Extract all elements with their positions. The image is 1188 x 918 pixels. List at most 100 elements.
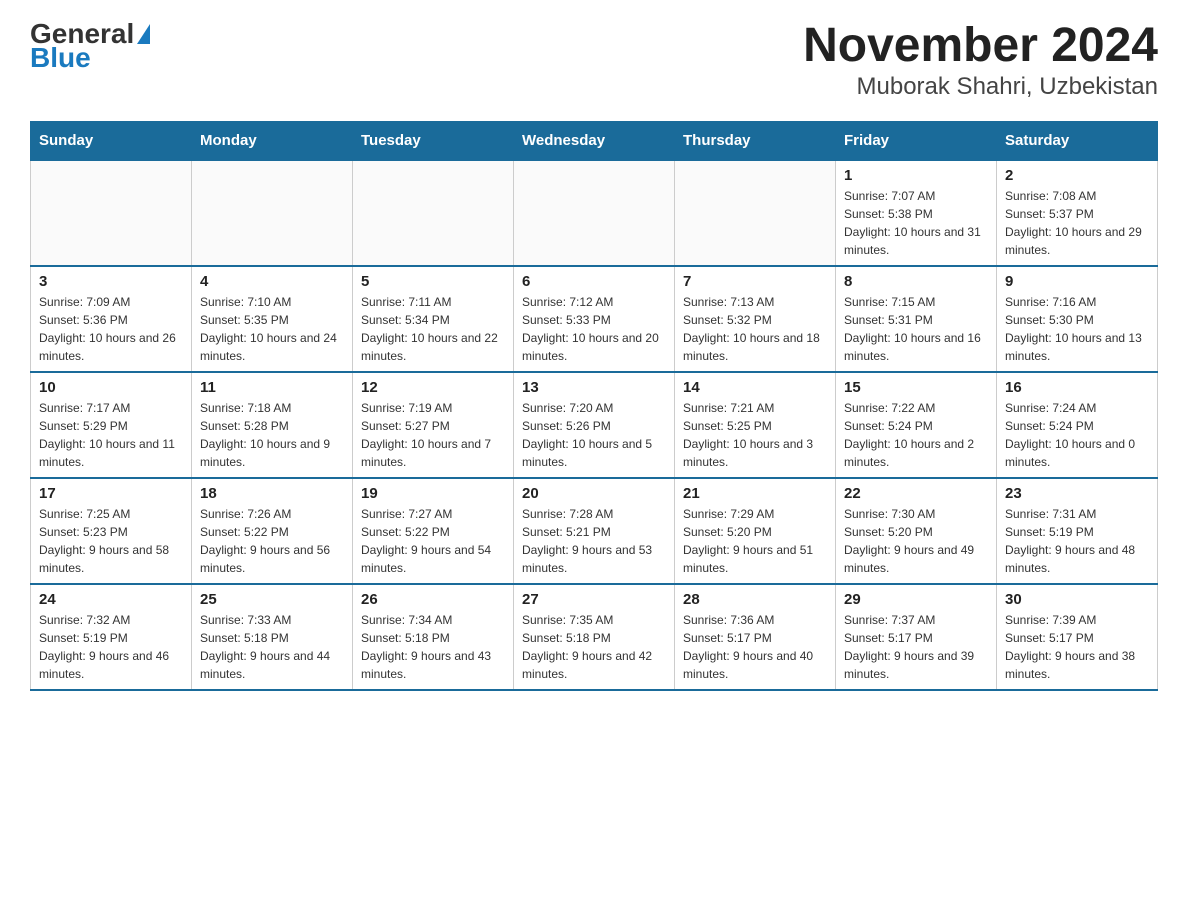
day-info-line: Daylight: 9 hours and 43 minutes.	[361, 647, 505, 683]
day-info-line: Daylight: 10 hours and 29 minutes.	[1005, 223, 1149, 259]
calendar-cell: 10Sunrise: 7:17 AMSunset: 5:29 PMDayligh…	[31, 372, 192, 478]
calendar-cell: 19Sunrise: 7:27 AMSunset: 5:22 PMDayligh…	[353, 478, 514, 584]
day-info-line: Sunrise: 7:26 AM	[200, 505, 344, 523]
day-number: 27	[522, 591, 666, 608]
calendar-cell: 14Sunrise: 7:21 AMSunset: 5:25 PMDayligh…	[675, 372, 836, 478]
day-info: Sunrise: 7:33 AMSunset: 5:18 PMDaylight:…	[200, 611, 344, 683]
day-number: 24	[39, 591, 183, 608]
day-info-line: Daylight: 10 hours and 20 minutes.	[522, 329, 666, 365]
day-info-line: Daylight: 10 hours and 22 minutes.	[361, 329, 505, 365]
day-number: 30	[1005, 591, 1149, 608]
day-info: Sunrise: 7:15 AMSunset: 5:31 PMDaylight:…	[844, 293, 988, 365]
day-number: 16	[1005, 379, 1149, 396]
day-info-line: Daylight: 9 hours and 40 minutes.	[683, 647, 827, 683]
day-info-line: Daylight: 9 hours and 39 minutes.	[844, 647, 988, 683]
calendar-cell	[514, 160, 675, 266]
day-number: 28	[683, 591, 827, 608]
day-number: 18	[200, 485, 344, 502]
day-info-line: Sunset: 5:29 PM	[39, 417, 183, 435]
day-info: Sunrise: 7:16 AMSunset: 5:30 PMDaylight:…	[1005, 293, 1149, 365]
day-info-line: Sunset: 5:36 PM	[39, 311, 183, 329]
calendar-table: SundayMondayTuesdayWednesdayThursdayFrid…	[30, 121, 1158, 691]
day-info-line: Daylight: 10 hours and 3 minutes.	[683, 435, 827, 471]
day-info-line: Sunrise: 7:16 AM	[1005, 293, 1149, 311]
day-info-line: Sunset: 5:22 PM	[200, 523, 344, 541]
calendar-week-5: 24 Sunrise: 7:32 AMSunset: 5:19 PMDayligh…	[31, 584, 1158, 690]
day-info-line: Daylight: 9 hours and 38 minutes.	[1005, 647, 1149, 683]
day-info: Sunrise: 7:12 AMSunset: 5:33 PMDaylight:…	[522, 293, 666, 365]
day-number: 2	[1005, 167, 1149, 184]
day-info-line: Sunrise: 7:29 AM	[683, 505, 827, 523]
calendar-cell	[675, 160, 836, 266]
calendar-cell: 28Sunrise: 7:36 AMSunset: 5:17 PMDayligh…	[675, 584, 836, 690]
day-number: 13	[522, 379, 666, 396]
calendar-cell: 1Sunrise: 7:07 AMSunset: 5:38 PMDaylight…	[836, 160, 997, 266]
day-info: Sunrise: 7:24 AMSunset: 5:24 PMDaylight:…	[1005, 399, 1149, 471]
day-info-line: Sunset: 5:27 PM	[361, 417, 505, 435]
day-number: 4	[200, 273, 344, 290]
day-info-line: Sunrise: 7:09 AM	[39, 293, 183, 311]
day-info: Sunrise: 7:30 AMSunset: 5:20 PMDaylight:…	[844, 505, 988, 577]
day-info-line: Sunrise: 7:34 AM	[361, 611, 505, 629]
day-info-line: Sunset: 5:30 PM	[1005, 311, 1149, 329]
day-info: Sunrise: 7:19 AMSunset: 5:27 PMDaylight:…	[361, 399, 505, 471]
day-info-line: Sunset: 5:26 PM	[522, 417, 666, 435]
day-info-line: Daylight: 10 hours and 9 minutes.	[200, 435, 344, 471]
calendar-cell: 30Sunrise: 7:39 AMSunset: 5:17 PMDayligh…	[997, 584, 1158, 690]
day-info: Sunrise: 7:26 AMSunset: 5:22 PMDaylight:…	[200, 505, 344, 577]
day-info-line: Sunrise: 7:19 AM	[361, 399, 505, 417]
day-info-line: Daylight: 9 hours and 54 minutes.	[361, 541, 505, 577]
day-info-line: Sunrise: 7:25 AM	[39, 505, 183, 523]
day-info-line: Daylight: 10 hours and 24 minutes.	[200, 329, 344, 365]
day-info-line: Daylight: 10 hours and 26 minutes.	[39, 329, 183, 365]
calendar-cell	[192, 160, 353, 266]
calendar-cell	[353, 160, 514, 266]
day-number: 8	[844, 273, 988, 290]
day-info-line: Sunset: 5:37 PM	[1005, 205, 1149, 223]
calendar-subtitle: Muborak Shahri, Uzbekistan	[803, 73, 1158, 101]
day-info-line: Sunrise: 7:22 AM	[844, 399, 988, 417]
day-info-line: Sunrise: 7:13 AM	[683, 293, 827, 311]
day-info-line: Daylight: 10 hours and 18 minutes.	[683, 329, 827, 365]
day-info-line: Daylight: 10 hours and 13 minutes.	[1005, 329, 1149, 365]
day-info-line: Sunset: 5:22 PM	[361, 523, 505, 541]
day-number: 3	[39, 273, 183, 290]
calendar-cell: 17Sunrise: 7:25 AMSunset: 5:23 PMDayligh…	[31, 478, 192, 584]
day-number: 21	[683, 485, 827, 502]
day-info: Sunrise: 7:22 AMSunset: 5:24 PMDaylight:…	[844, 399, 988, 471]
day-info-line: Daylight: 9 hours and 53 minutes.	[522, 541, 666, 577]
day-info-line: Sunrise: 7:36 AM	[683, 611, 827, 629]
day-info-line: Sunset: 5:18 PM	[200, 629, 344, 647]
day-number: 9	[1005, 273, 1149, 290]
day-number: 26	[361, 591, 505, 608]
calendar-cell: 24 Sunrise: 7:32 AMSunset: 5:19 PMDayligh…	[31, 584, 192, 690]
day-info-line: Daylight: 10 hours and 7 minutes.	[361, 435, 505, 471]
weekday-header-tuesday: Tuesday	[353, 121, 514, 160]
calendar-cell: 16 Sunrise: 7:24 AMSunset: 5:24 PMDayligh…	[997, 372, 1158, 478]
day-number: 12	[361, 379, 505, 396]
day-info: Sunrise: 7:28 AMSunset: 5:21 PMDaylight:…	[522, 505, 666, 577]
day-info-line: Sunset: 5:32 PM	[683, 311, 827, 329]
day-info: Sunrise: 7:25 AMSunset: 5:23 PMDaylight:…	[39, 505, 183, 577]
calendar-cell: 27 Sunrise: 7:35 AMSunset: 5:18 PMDayligh…	[514, 584, 675, 690]
calendar-week-1: 1Sunrise: 7:07 AMSunset: 5:38 PMDaylight…	[31, 160, 1158, 266]
calendar-cell: 3 Sunrise: 7:09 AMSunset: 5:36 PMDaylight…	[31, 266, 192, 372]
weekday-header-wednesday: Wednesday	[514, 121, 675, 160]
day-number: 15	[844, 379, 988, 396]
day-info-line: Daylight: 9 hours and 48 minutes.	[1005, 541, 1149, 577]
day-info: Sunrise: 7:32 AMSunset: 5:19 PMDaylight:…	[39, 611, 183, 683]
day-info-line: Daylight: 10 hours and 31 minutes.	[844, 223, 988, 259]
calendar-title: November 2024	[803, 20, 1158, 73]
day-info: Sunrise: 7:35 AMSunset: 5:18 PMDaylight:…	[522, 611, 666, 683]
day-number: 29	[844, 591, 988, 608]
day-info-line: Daylight: 9 hours and 56 minutes.	[200, 541, 344, 577]
calendar-cell: 22 Sunrise: 7:30 AMSunset: 5:20 PMDayligh…	[836, 478, 997, 584]
day-info-line: Sunset: 5:17 PM	[844, 629, 988, 647]
day-info-line: Sunrise: 7:27 AM	[361, 505, 505, 523]
day-number: 6	[522, 273, 666, 290]
day-number: 22	[844, 485, 988, 502]
day-info-line: Sunset: 5:19 PM	[39, 629, 183, 647]
day-info-line: Daylight: 10 hours and 11 minutes.	[39, 435, 183, 471]
calendar-cell: 21Sunrise: 7:29 AMSunset: 5:20 PMDayligh…	[675, 478, 836, 584]
calendar-cell: 2Sunrise: 7:08 AMSunset: 5:37 PMDaylight…	[997, 160, 1158, 266]
